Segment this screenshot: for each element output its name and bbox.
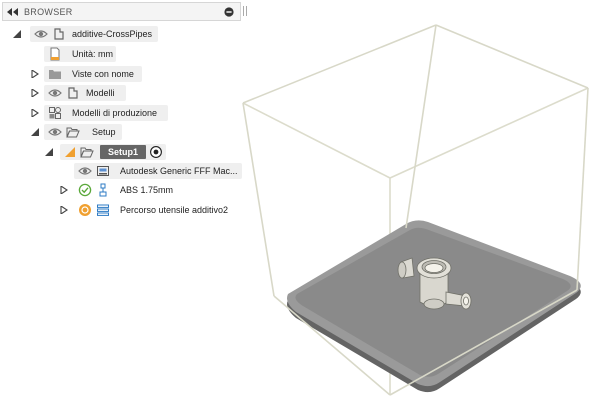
- component-icon: [66, 86, 80, 102]
- component-icon: [52, 27, 66, 43]
- collapsed-triangle-icon[interactable]: [60, 184, 68, 196]
- warning-triangle-icon: [63, 145, 77, 161]
- eye-icon[interactable]: [48, 125, 62, 141]
- printer-machine-icon: [96, 164, 110, 180]
- browser-panel: BROWSER additive-CrossPipes Unità: mm Vi…: [0, 0, 248, 230]
- tree-node-root[interactable]: additive-CrossPipes: [0, 26, 160, 42]
- tree-node-named-views-label: Viste con nome: [72, 69, 134, 79]
- tree-node-units-label: Unità: mm: [72, 49, 114, 59]
- check-circle-icon: [78, 183, 92, 199]
- production-models-icon: [48, 106, 62, 122]
- tree-node-material-label: ABS 1.75mm: [120, 185, 174, 195]
- tree-node-machine[interactable]: Autodesk Generic FFF Mac...: [0, 163, 244, 179]
- eye-icon[interactable]: [48, 86, 62, 102]
- material-icon: [96, 183, 110, 199]
- tree-node-named-views[interactable]: Viste con nome: [0, 66, 160, 82]
- tree-node-setup1-label: Setup1: [108, 147, 139, 157]
- collapsed-triangle-icon[interactable]: [60, 204, 68, 216]
- collapsed-triangle-icon[interactable]: [31, 107, 39, 119]
- browser-title: BROWSER: [24, 7, 73, 17]
- double-left-triangle-icon[interactable]: [7, 8, 19, 18]
- target-circle-icon[interactable]: [149, 145, 163, 161]
- tree-node-toolpath-label: Percorso utensile additivo2: [120, 205, 229, 215]
- tree-node-models[interactable]: Modelli: [0, 85, 160, 101]
- minus-circle-icon[interactable]: [224, 7, 234, 19]
- expanded-triangle-icon[interactable]: [13, 30, 21, 40]
- tree-node-production-models[interactable]: Modelli di produzione: [0, 105, 170, 121]
- document-icon: [48, 47, 62, 63]
- toolpath-icon: [96, 203, 110, 219]
- eye-icon[interactable]: [34, 27, 48, 43]
- tree-node-setup1[interactable]: Setup1: [0, 144, 170, 160]
- collapsed-triangle-icon[interactable]: [31, 87, 39, 99]
- browser-header: BROWSER: [2, 2, 241, 21]
- tree-node-setup-folder[interactable]: Setup: [0, 124, 140, 140]
- tree-node-root-label: additive-CrossPipes: [72, 29, 153, 39]
- tree-node-material[interactable]: ABS 1.75mm: [0, 182, 200, 198]
- tree-node-setup-folder-label: Setup: [92, 127, 116, 137]
- tree-node-units[interactable]: Unità: mm: [0, 46, 120, 62]
- expanded-triangle-icon[interactable]: [31, 128, 39, 138]
- collapsed-triangle-icon[interactable]: [31, 68, 39, 80]
- panel-resize-grip-2[interactable]: [246, 6, 247, 16]
- panel-resize-grip[interactable]: [243, 6, 244, 16]
- open-folder-icon: [66, 125, 80, 141]
- tree-node-toolpath[interactable]: Percorso utensile additivo2: [0, 202, 244, 218]
- toolpath-status-icon: [78, 203, 92, 219]
- tree-node-machine-label: Autodesk Generic FFF Mac...: [120, 166, 238, 176]
- expanded-triangle-icon[interactable]: [45, 148, 53, 158]
- folder-icon: [48, 67, 62, 83]
- open-folder-icon: [80, 145, 94, 161]
- tree-node-production-models-label: Modelli di produzione: [72, 108, 158, 118]
- tree-node-models-label: Modelli: [86, 88, 115, 98]
- eye-icon[interactable]: [78, 164, 92, 180]
